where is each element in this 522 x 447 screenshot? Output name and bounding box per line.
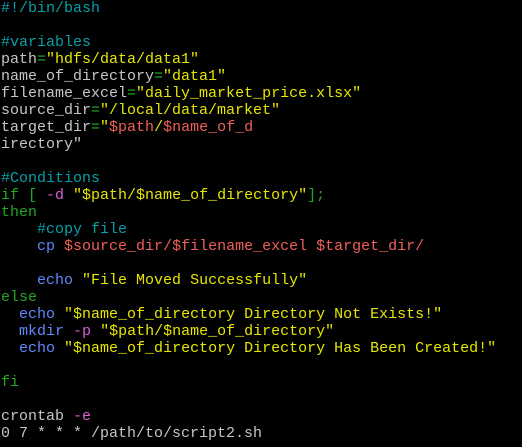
code-token-comment: #variables [1,34,92,51]
code-token-cmd: mkdir [19,323,65,340]
code-token-opt: -e [73,408,92,425]
code-token-str: "File Moved Successfully" [82,272,308,289]
code-token-str: "hdfs/data/data1" [46,51,200,68]
code-line: echo "$name_of_directory Directory Not E… [1,306,522,323]
code-line: 0 7 * * * /path/to/script2.sh [1,425,522,442]
code-line: echo "$name_of_directory Directory Has B… [1,340,522,357]
code-line: then [1,204,522,221]
code-token-str: "daily_market_price.xlsx" [136,85,362,102]
code-token-text: name_of_directory [1,68,155,85]
code-token-cmd: echo [19,340,56,357]
code-token-eq: = [154,68,164,85]
code-token-kw: if [ [1,187,47,204]
code-token-eq: = [37,51,47,68]
code-token-kw: fi [1,374,20,391]
code-token-text: path [1,51,38,68]
code-token-text: source_dir [1,102,92,119]
code-token-opt: -p [73,323,92,340]
code-token-eq: = [127,85,137,102]
code-line: mkdir -p "$path/$name_of_directory" [1,323,522,340]
code-line: echo "File Moved Successfully" [1,272,522,289]
code-line: source_dir="/local/data/market" [1,102,522,119]
code-token-comment: #!/bin/bash [1,0,101,17]
code-token-text: irectory" [1,136,83,153]
code-token-opt: -d [46,187,65,204]
code-line: if [ -d "$path/$name_of_directory"]; [1,187,522,204]
code-line: #copy file [1,221,522,238]
code-token-str: "$path/$name_of_directory" [100,323,335,340]
code-token-str: "/local/data/market" [100,102,281,119]
code-line: irectory" [1,136,522,153]
code-line: #variables [1,34,522,51]
code-token-kw: else [1,289,38,306]
code-line: #!/bin/bash [1,0,522,17]
code-line: else [1,289,522,306]
code-line: name_of_directory="data1" [1,68,522,85]
code-token-text: target_dir [1,119,92,136]
code-token-str: "data1" [163,68,227,85]
code-token-var: $name_of_d [163,119,254,136]
code-token-str: "$name_of_directory Directory Not Exists… [64,306,443,323]
code-token-cmd: echo [19,306,56,323]
code-token-str: "$path/$name_of_directory" [73,187,308,204]
code-token-kw: then [1,204,38,221]
code-token-str: / [154,119,164,136]
code-token-str: " [100,119,110,136]
code-token-cmd: cp [37,238,56,255]
code-line: path="hdfs/data/data1" [1,51,522,68]
code-token-comment: #copy file [37,221,128,238]
code-token-var: $source_dir/$filename_excel $target_dir/ [64,238,425,255]
code-token-var: $path [109,119,155,136]
code-line: filename_excel="daily_market_price.xlsx" [1,85,522,102]
code-token-str: "$name_of_directory Directory Has Been C… [64,340,497,357]
terminal-editor[interactable]: #!/bin/bash #variables path="hdfs/data/dat… [0,0,522,442]
code-token-text: filename_excel [1,85,128,102]
code-token-eq: = [91,102,101,119]
code-token-comment: #Conditions [1,170,101,187]
code-token-cmd: echo [37,272,74,289]
code-line: crontab -e [1,408,522,425]
code-token-eq: = [91,119,101,136]
code-line: target_dir="$path/$name_of_d [1,119,522,136]
code-line: fi [1,374,522,391]
code-token-text: 0 7 * * * /path/to/script2.sh [1,425,263,442]
code-line: cp $source_dir/$filename_excel $target_d… [1,238,522,255]
code-line: #Conditions [1,170,522,187]
code-token-kw: ]; [307,187,326,204]
code-token-text: crontab [1,408,74,425]
